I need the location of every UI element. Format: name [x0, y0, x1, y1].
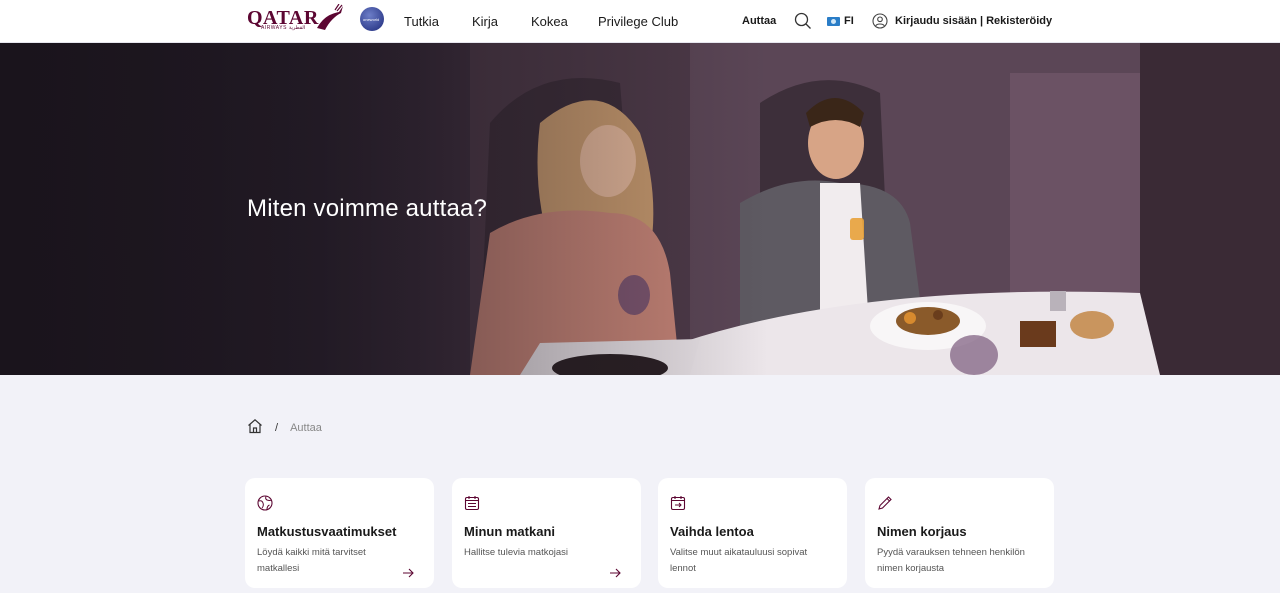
qatar-airways-logo[interactable]: QATAR AIRWAYS القطرية: [247, 4, 347, 36]
card-title: Vaihda lentoa: [670, 524, 754, 539]
card-description: Hallitse tulevia matkojasi: [464, 547, 569, 558]
pencil-icon: [877, 495, 893, 516]
breadcrumb-current: Auttaa: [290, 421, 322, 434]
card-my-trips[interactable]: Minun matkani Hallitse tulevia matkojasi: [452, 478, 641, 588]
breadcrumb-separator: /: [275, 421, 279, 434]
card-title: Minun matkani: [464, 524, 556, 539]
globe-flag-icon: [827, 16, 840, 26]
nav-book[interactable]: Kirja: [472, 14, 498, 29]
globe-icon: [257, 495, 273, 516]
oryx-icon: [317, 4, 343, 30]
search-icon[interactable]: [794, 12, 812, 35]
calendar-list-icon: [464, 495, 480, 516]
nav-experience[interactable]: Kokea: [531, 14, 568, 29]
breadcrumb: / Auttaa: [247, 418, 322, 437]
card-travel-requirements[interactable]: Matkustusvaatimukset Löydä kaikki mitä t…: [245, 478, 434, 588]
card-description: Valitse muut aikatauluusi sopivat lennot: [670, 547, 808, 574]
top-header: QATAR AIRWAYS القطرية oneworld Tutkia Ki…: [0, 0, 1280, 43]
hero-image: [0, 43, 1280, 375]
hero-banner: Miten voimme auttaa?: [0, 43, 1280, 375]
home-icon[interactable]: [247, 418, 263, 437]
arrow-right-icon: [609, 566, 621, 584]
hero-title: Miten voimme auttaa?: [247, 195, 488, 222]
nav-privilege-club[interactable]: Privilege Club: [598, 14, 678, 29]
card-name-correction[interactable]: Nimen korjaus Pyydä varauksen tehneen he…: [865, 478, 1054, 588]
language-selector[interactable]: FI: [827, 15, 854, 27]
card-title: Nimen korjaus: [877, 524, 967, 539]
user-icon: [872, 13, 888, 29]
arrow-right-icon: [402, 566, 414, 584]
card-description: Löydä kaikki mitä tarvitset matkallesi: [257, 547, 366, 574]
card-description: Pyydä varauksen tehneen henkilön nimen k…: [877, 547, 1025, 574]
calendar-change-icon: [670, 495, 686, 516]
help-link[interactable]: Auttaa: [742, 15, 776, 27]
card-title: Matkustusvaatimukset: [257, 524, 397, 539]
login-register[interactable]: Kirjaudu sisään | Rekisteröidy: [872, 13, 1052, 29]
oneworld-badge[interactable]: oneworld: [360, 7, 384, 31]
card-change-flight[interactable]: Vaihda lentoa Valitse muut aikatauluusi …: [658, 478, 847, 588]
nav-explore[interactable]: Tutkia: [404, 14, 439, 29]
